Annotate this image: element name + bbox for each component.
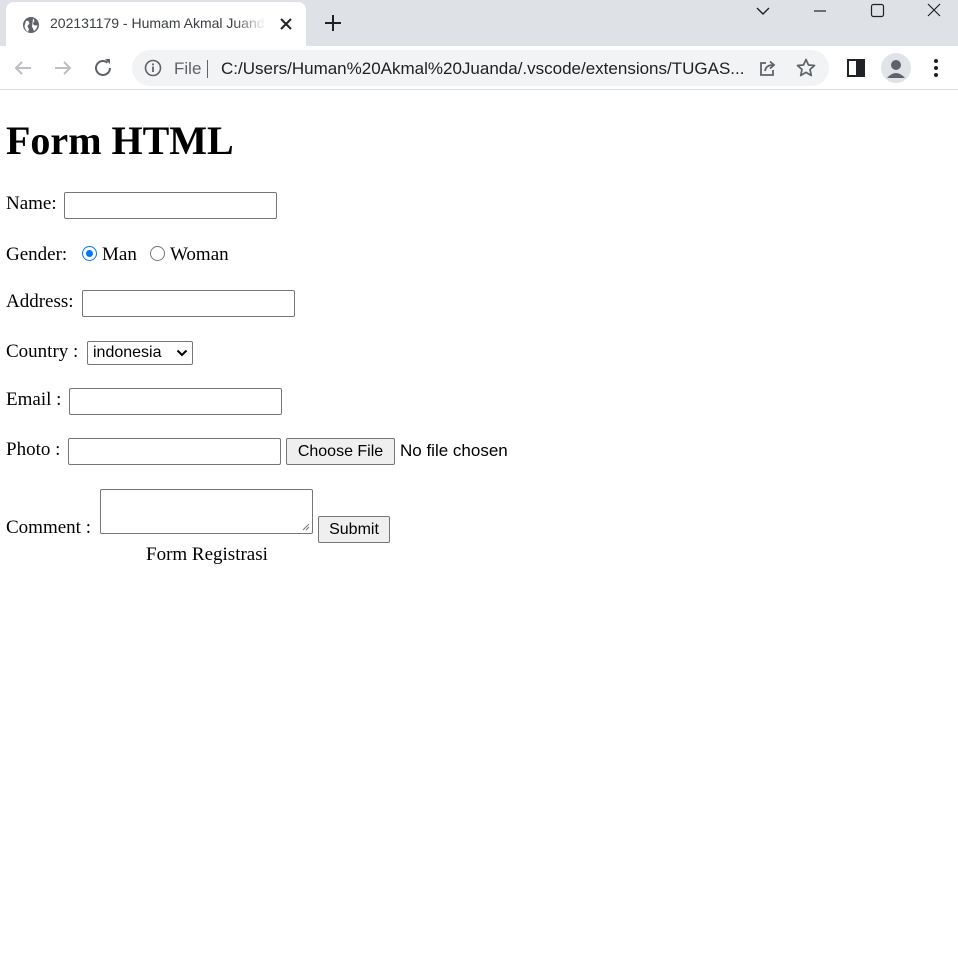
tab-search-chevron-icon[interactable] (740, 0, 786, 26)
file-status-text: No file chosen (400, 441, 508, 460)
browser-toolbar: File C:/Users/Human%20Akmal%20Juanda/.vs… (0, 46, 958, 90)
more-menu-icon[interactable] (924, 56, 948, 80)
site-info-icon[interactable] (144, 59, 162, 77)
forward-arrow-icon[interactable] (51, 56, 75, 80)
gender-man-label: Man (102, 244, 137, 265)
minimize-icon[interactable] (797, 0, 843, 26)
address-separator (207, 60, 208, 78)
photo-input[interactable] (68, 438, 281, 465)
gender-woman-radio[interactable] (150, 246, 165, 261)
tab-strip: 202131179 - Humam Akmal Juanda (0, 0, 958, 46)
name-label: Name: (6, 193, 57, 214)
share-icon[interactable] (755, 56, 779, 80)
gender-man-radio[interactable] (82, 246, 97, 261)
country-select[interactable]: indonesia (87, 341, 193, 365)
gender-woman-label: Woman (170, 244, 229, 265)
address-input[interactable] (82, 290, 295, 317)
email-input[interactable] (69, 388, 282, 415)
comment-label: Comment : (6, 517, 91, 538)
address-label: Address: (6, 291, 74, 312)
address-scheme: File (174, 59, 202, 78)
close-tab-icon[interactable] (278, 16, 294, 32)
name-input[interactable] (64, 192, 277, 219)
address-url[interactable]: C:/Users/Human%20Akmal%20Juanda/.vscode/… (221, 59, 746, 79)
country-label: Country : (6, 341, 79, 362)
back-arrow-icon[interactable] (11, 56, 35, 80)
tab-title: 202131179 - Humam Akmal Juanda (50, 15, 266, 31)
profile-person-icon (887, 60, 905, 78)
new-tab-plus-icon[interactable] (322, 12, 344, 34)
country-selected-value: indonesia (93, 344, 162, 361)
close-window-icon[interactable] (911, 0, 957, 26)
profile-avatar[interactable] (881, 53, 911, 83)
active-tab[interactable]: 202131179 - Humam Akmal Juanda (6, 2, 306, 46)
page-heading: Form HTML (6, 118, 234, 163)
page-content: Form HTML Name: Gender: Man Woman Addres… (0, 91, 958, 977)
form-caption: Form Registrasi (146, 544, 268, 565)
bookmark-star-icon[interactable] (794, 56, 818, 80)
globe-icon (23, 17, 39, 33)
comment-textarea[interactable] (100, 489, 313, 534)
photo-label: Photo : (6, 439, 61, 460)
chevron-down-icon (176, 349, 188, 357)
resize-grip-icon[interactable] (300, 521, 310, 531)
submit-button[interactable]: Submit (318, 516, 390, 543)
address-bar[interactable]: File C:/Users/Human%20Akmal%20Juanda/.vs… (132, 50, 829, 86)
maximize-icon[interactable] (854, 0, 900, 26)
gender-label: Gender: (6, 244, 68, 265)
choose-file-button[interactable]: Choose File (286, 438, 395, 465)
side-panel-icon[interactable] (844, 56, 868, 80)
email-label: Email : (6, 389, 62, 410)
reload-icon[interactable] (91, 56, 115, 80)
